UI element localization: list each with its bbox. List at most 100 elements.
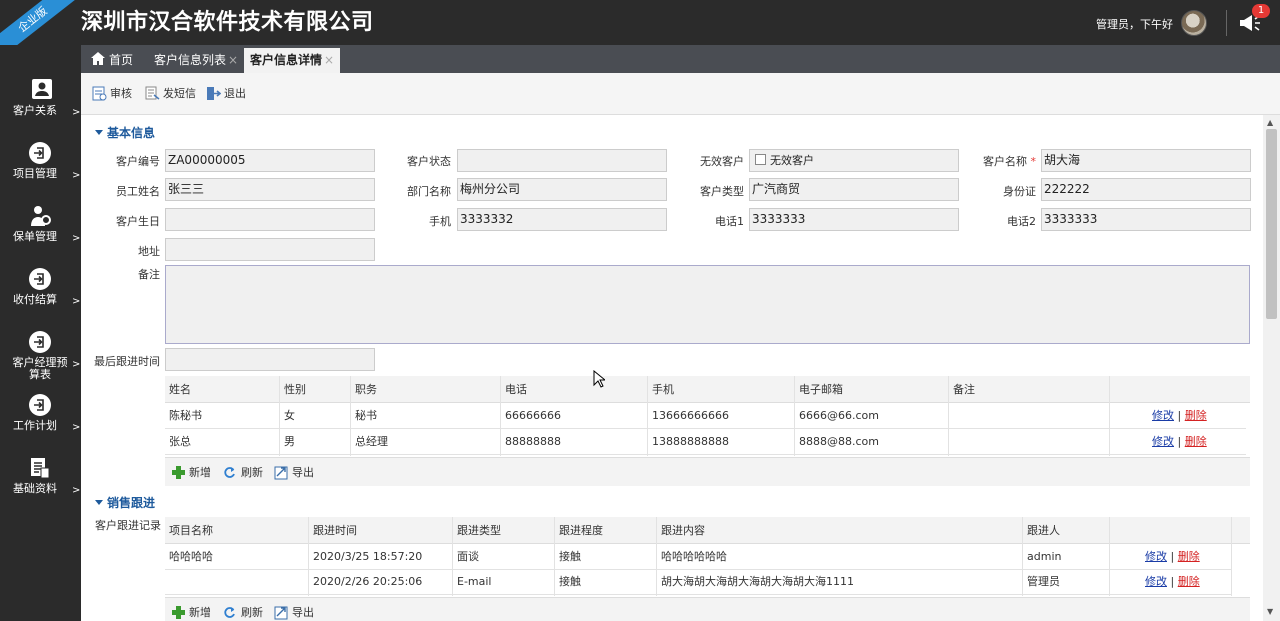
action-separator: | <box>1170 550 1175 563</box>
column-header[interactable]: 跟进人 <box>1023 517 1108 544</box>
column-divider <box>948 376 949 456</box>
refresh-follow-button[interactable]: 刷新 <box>223 605 263 621</box>
content-scrollbar[interactable]: ▲ ▼ <box>1263 115 1280 621</box>
edit-link[interactable]: 修改 <box>1145 550 1167 563</box>
checkbox-label: 无效客户 <box>770 154 814 167</box>
top-header: 企业版 深圳市汉合软件技术有限公司 管理员，下午好 1 <box>0 0 1280 62</box>
login-arrow-icon <box>28 330 52 354</box>
delete-link[interactable]: 删除 <box>1178 550 1200 563</box>
column-divider <box>647 376 648 456</box>
column-divider <box>794 376 795 456</box>
delete-link[interactable]: 删除 <box>1185 435 1207 448</box>
column-header[interactable]: 性别 <box>280 376 350 403</box>
column-header[interactable]: 跟进程度 <box>555 517 656 544</box>
checkbox-box[interactable] <box>755 154 766 165</box>
edit-link[interactable]: 修改 <box>1145 575 1167 588</box>
user-greeting[interactable]: 管理员，下午好 <box>1096 16 1173 32</box>
label-customer-no: 客户编号 <box>116 155 160 168</box>
refresh-contacts-button[interactable]: 刷新 <box>223 465 263 481</box>
employee-field[interactable]: 张三三 <box>165 178 375 201</box>
column-divider <box>1109 376 1110 456</box>
mobile-field[interactable]: 3333332 <box>457 208 667 231</box>
column-header[interactable]: 项目名称 <box>165 517 308 544</box>
customer-no-field[interactable]: ZA00000005 <box>165 149 375 172</box>
column-header[interactable]: 职务 <box>351 376 500 403</box>
label-customer-name: 客户名称 * <box>983 155 1036 168</box>
column-header[interactable]: 备注 <box>949 376 1109 403</box>
phone2-field[interactable]: 3333333 <box>1041 208 1251 231</box>
close-icon[interactable]: × <box>324 53 334 67</box>
column-header[interactable]: 跟进类型 <box>453 517 554 544</box>
scroll-up-arrow-icon[interactable]: ▲ <box>1267 118 1273 127</box>
scrollbar-thumb[interactable] <box>1266 129 1277 319</box>
row-actions: 修改 | 删除 <box>1141 545 1200 569</box>
follow-grid-footer: 新增 刷新 导出 <box>165 597 1250 621</box>
column-header[interactable]: 电子邮箱 <box>795 376 948 403</box>
edit-link[interactable]: 修改 <box>1152 435 1174 448</box>
exit-button[interactable]: 退出 <box>206 86 246 102</box>
section-basic-info[interactable]: 基本信息 <box>95 124 155 141</box>
sidebar-item-label: 基础资料 <box>13 482 57 495</box>
section-sales-follow[interactable]: 销售跟进 <box>95 494 155 511</box>
customer-status-field[interactable] <box>457 149 667 172</box>
tab-customer-list[interactable]: 客户信息列表 × <box>148 48 244 73</box>
export-follow-button[interactable]: 导出 <box>274 605 314 621</box>
id-card-field[interactable]: 222222 <box>1041 178 1251 201</box>
delete-link[interactable]: 删除 <box>1185 409 1207 422</box>
action-toolbar: 审核 发短信 退出 <box>81 73 1280 115</box>
last-follow-field[interactable] <box>165 348 375 371</box>
export-contacts-button[interactable]: 导出 <box>274 465 314 481</box>
sms-label: 发短信 <box>163 87 196 100</box>
avatar[interactable] <box>1181 10 1207 36</box>
cell-mobile: 13666666666 <box>652 409 729 422</box>
label-phone2: 电话2 <box>1007 215 1036 228</box>
address-field[interactable] <box>165 238 375 261</box>
customer-type-field[interactable]: 广汽商贸 <box>749 178 959 201</box>
cell-follower: 管理员 <box>1027 575 1060 588</box>
edit-link[interactable]: 修改 <box>1152 409 1174 422</box>
sidebar-item-label: 客户关系 <box>13 104 57 117</box>
login-arrow-icon <box>28 393 52 417</box>
delete-link[interactable]: 删除 <box>1178 575 1200 588</box>
sidebar-item-customer-relations[interactable]: 客户关系 > <box>0 78 81 138</box>
invalid-customer-checkbox[interactable]: 无效客户 <box>749 149 959 172</box>
column-header[interactable]: 手机 <box>648 376 794 403</box>
sidebar-item-base-data[interactable]: 基础资料 > <box>0 456 81 516</box>
cell-email: 6666@66.com <box>799 409 879 422</box>
sidebar-item-manager-budget[interactable]: 客户经理预算表 > <box>0 330 81 390</box>
table-row[interactable]: 哈哈哈哈 2020/3/25 18:57:20 面谈 接触 哈哈哈哈哈哈 adm… <box>165 545 1231 570</box>
remark-textarea[interactable] <box>165 265 1250 344</box>
sidebar-item-settlement[interactable]: 收付结算 > <box>0 267 81 327</box>
sidebar-item-work-plan[interactable]: 工作计划 > <box>0 393 81 453</box>
table-row[interactable]: 陈秘书 女 秘书 66666666 13666666666 6666@66.co… <box>165 404 1246 429</box>
tab-home[interactable]: 首页 <box>85 48 139 73</box>
birthday-field[interactable] <box>165 208 375 231</box>
cell-degree: 接触 <box>559 550 581 563</box>
collapse-caret-icon <box>95 130 103 135</box>
phone1-field[interactable]: 3333333 <box>749 208 959 231</box>
notification-badge[interactable]: 1 <box>1252 4 1270 18</box>
column-header[interactable]: 姓名 <box>165 376 279 403</box>
tab-customer-detail[interactable]: 客户信息详情 × <box>244 48 341 73</box>
audit-button[interactable]: 审核 <box>92 86 132 102</box>
cell-content: 哈哈哈哈哈哈 <box>661 550 727 563</box>
sidebar-item-policy-management[interactable]: 保单管理 > <box>0 204 81 264</box>
add-contact-button[interactable]: 新增 <box>171 465 211 481</box>
sidebar-item-project-management[interactable]: 项目管理 > <box>0 141 81 201</box>
refresh-label: 刷新 <box>241 606 263 619</box>
column-divider <box>500 376 501 456</box>
label-id-card: 身份证 <box>1003 185 1036 198</box>
add-follow-button[interactable]: 新增 <box>171 605 211 621</box>
customer-name-field[interactable]: 胡大海 <box>1041 149 1251 172</box>
scroll-down-arrow-icon[interactable]: ▼ <box>1267 607 1273 616</box>
send-sms-button[interactable]: 发短信 <box>145 86 196 102</box>
column-header[interactable]: 电话 <box>501 376 647 403</box>
column-header[interactable]: 跟进内容 <box>657 517 1022 544</box>
table-row[interactable]: 张总 男 总经理 88888888 13888888888 8888@88.co… <box>165 430 1246 455</box>
cell-project <box>165 570 169 594</box>
table-row[interactable]: 2020/2/26 20:25:06 E-mail 接触 胡大海胡大海胡大海胡大… <box>165 570 1231 595</box>
close-icon[interactable]: × <box>228 53 238 67</box>
department-field[interactable]: 梅州分公司 <box>457 178 667 201</box>
login-arrow-icon <box>28 267 52 291</box>
column-header[interactable]: 跟进时间 <box>309 517 452 544</box>
